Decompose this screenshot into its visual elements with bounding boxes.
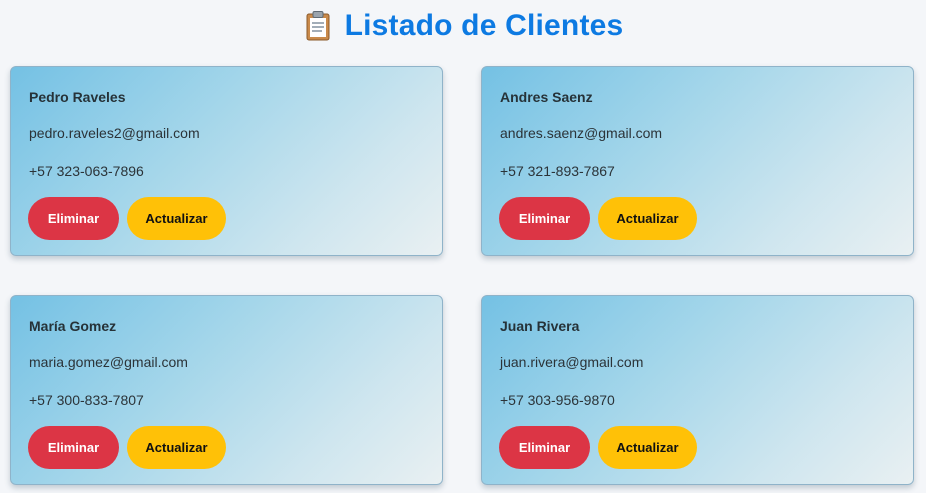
update-button[interactable]: Actualizar bbox=[127, 426, 226, 469]
client-phone: +57 323-063-7896 bbox=[29, 163, 144, 179]
update-button[interactable]: Actualizar bbox=[127, 197, 226, 240]
delete-button[interactable]: Eliminar bbox=[28, 197, 119, 240]
update-button[interactable]: Actualizar bbox=[598, 197, 697, 240]
update-button[interactable]: Actualizar bbox=[598, 426, 697, 469]
client-phone: +57 303-956-9870 bbox=[500, 392, 615, 408]
client-phone: +57 300-833-7807 bbox=[29, 392, 144, 408]
client-name: Juan Rivera bbox=[500, 318, 580, 334]
client-name: Andres Saenz bbox=[500, 89, 593, 105]
client-name: Pedro Raveles bbox=[29, 89, 126, 105]
client-email: maria.gomez@gmail.com bbox=[29, 354, 188, 370]
page-title: Listado de Clientes bbox=[344, 9, 624, 42]
delete-button[interactable]: Eliminar bbox=[28, 426, 119, 469]
client-email: juan.rivera@gmail.com bbox=[500, 354, 644, 370]
client-email: pedro.raveles2@gmail.com bbox=[29, 125, 200, 141]
client-email: andres.saenz@gmail.com bbox=[500, 125, 663, 141]
client-phone: +57 321-893-7867 bbox=[500, 163, 615, 179]
delete-button[interactable]: Eliminar bbox=[499, 426, 590, 469]
delete-button[interactable]: Eliminar bbox=[499, 197, 590, 240]
page-header: Listado de Clientes bbox=[0, 8, 926, 44]
client-card: Andres Saenz andres.saenz@gmail.com +57 … bbox=[481, 66, 914, 256]
client-card: Pedro Raveles pedro.raveles2@gmail.com +… bbox=[10, 66, 443, 256]
client-card: Juan Rivera juan.rivera@gmail.com +57 30… bbox=[481, 295, 914, 485]
clipboard-icon bbox=[303, 10, 333, 42]
client-card: María Gomez maria.gomez@gmail.com +57 30… bbox=[10, 295, 443, 485]
client-name: María Gomez bbox=[29, 318, 117, 334]
